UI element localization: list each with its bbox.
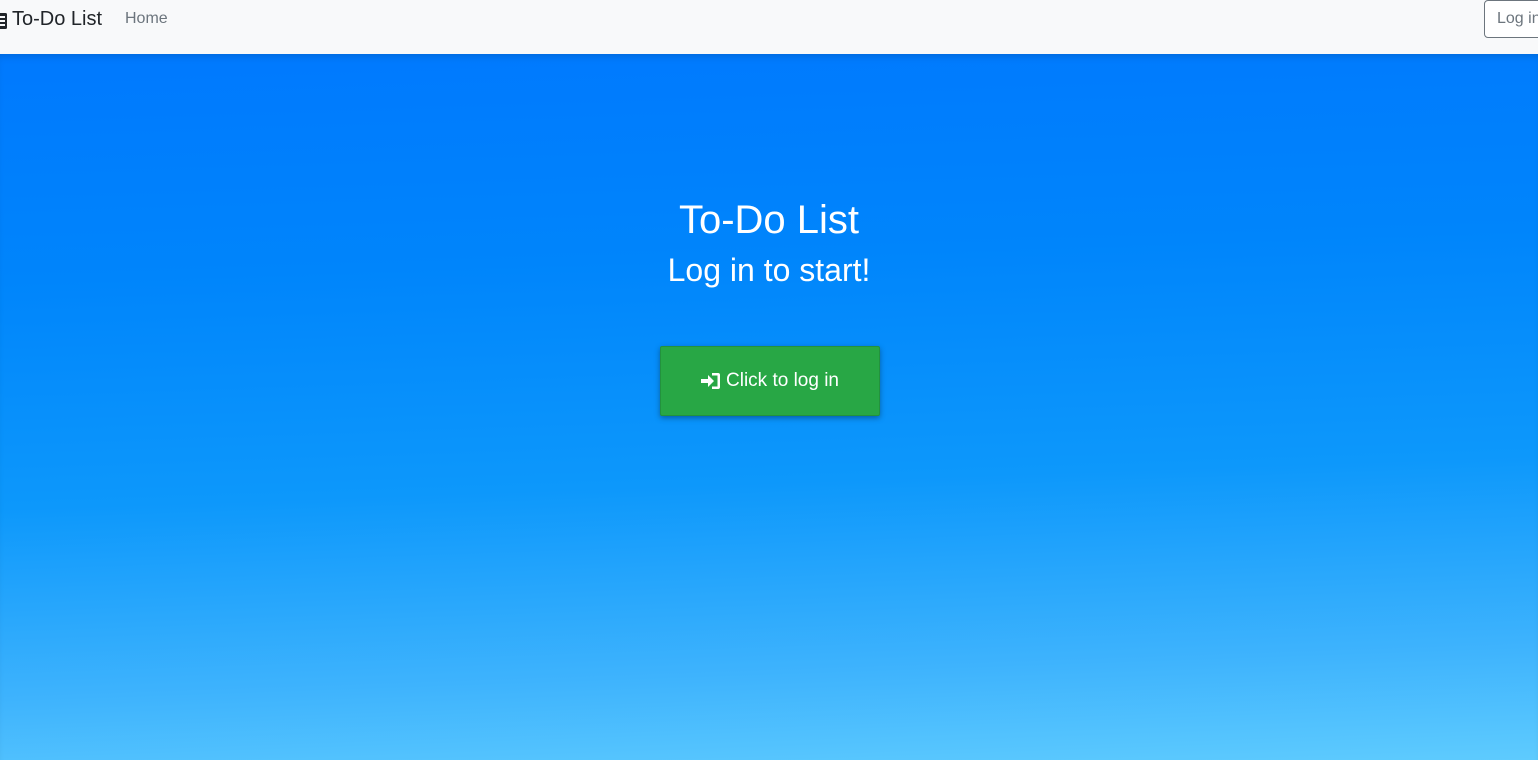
- list-icon: [0, 11, 7, 29]
- hero-title: To-Do List: [678, 198, 860, 242]
- brand-label: To-Do List: [12, 8, 103, 30]
- navbar-brand[interactable]: To-Do List: [0, 7, 102, 31]
- navbar-login-button[interactable]: Log in: [1484, 0, 1538, 38]
- click-to-login-button[interactable]: Click to log in: [660, 346, 880, 416]
- sign-in-icon: [701, 372, 721, 390]
- top-navbar: To-Do List Home Log in: [0, 0, 1538, 54]
- cta-label: Click to log in: [726, 370, 839, 391]
- hero-section: To-Do List Log in to start! Click to log…: [0, 54, 1538, 760]
- nav-link-home[interactable]: Home: [125, 9, 168, 29]
- hero-subtitle: Log in to start!: [667, 252, 871, 288]
